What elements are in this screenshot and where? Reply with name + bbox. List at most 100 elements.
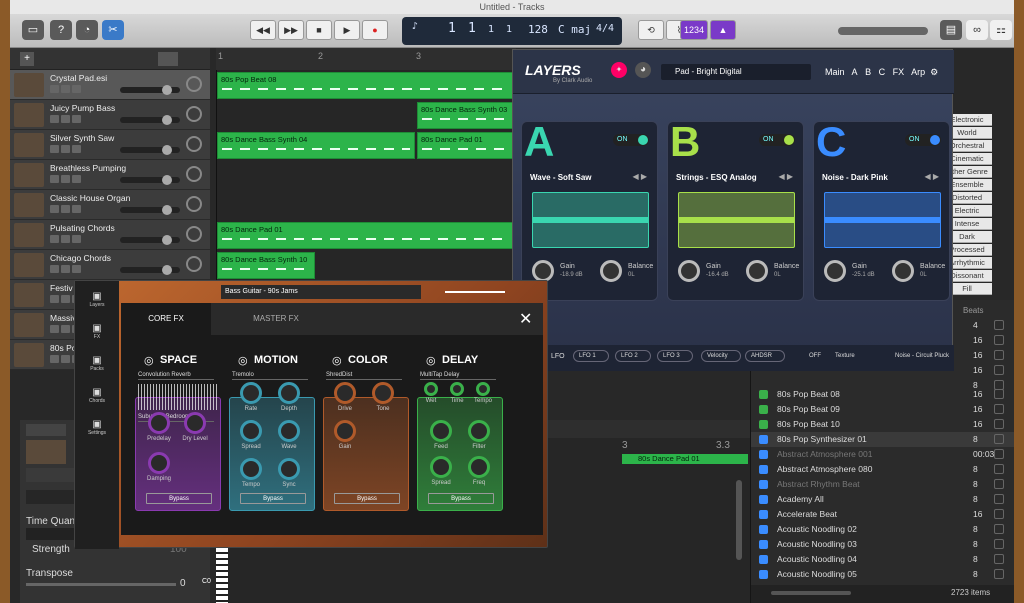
track-header-row[interactable]: Silver Synth Saw [10, 130, 210, 160]
editor-region[interactable]: 80s Dance Pad 01 [622, 454, 748, 464]
gain-knob[interactable] [678, 260, 700, 282]
fx-output-slider[interactable] [445, 291, 505, 293]
fx-knob[interactable] [334, 382, 356, 404]
transpose-slider[interactable] [26, 583, 176, 586]
region[interactable]: 80s Dance Bass Synth 04 [217, 132, 415, 159]
track-volume-slider[interactable] [120, 235, 180, 245]
palette-icon[interactable]: ◕ [635, 62, 651, 78]
texture-value[interactable]: Noise - Circuit Pluck [895, 353, 949, 359]
inspector-toggle[interactable] [26, 424, 66, 436]
piano-keys[interactable] [216, 548, 228, 603]
editor-scrollbar[interactable] [736, 480, 742, 560]
favorite-checkbox[interactable] [994, 449, 1004, 459]
fx-knob[interactable] [278, 458, 300, 480]
region[interactable]: 80s Dance Pad 01 [417, 132, 515, 159]
mute-solo-buttons[interactable] [50, 205, 88, 214]
fx-knob[interactable] [148, 452, 170, 474]
count-in-button[interactable]: 1234 [680, 20, 708, 40]
nav-a[interactable]: A [852, 67, 858, 77]
favorite-checkbox[interactable] [994, 479, 1004, 489]
velocity-button[interactable]: Velocity [701, 350, 741, 362]
fx-side-item[interactable]: ▣ Settings [75, 419, 119, 447]
list-item[interactable]: Abstract Atmosphere 080 8 [751, 462, 1014, 477]
track-header-row[interactable]: Chicago Chords [10, 250, 210, 280]
bypass-button[interactable]: Bypass [240, 493, 306, 504]
forward-button[interactable]: ▶▶ [278, 20, 304, 40]
list-item[interactable]: Acoustic Noodling 05 8 [751, 567, 1014, 582]
play-button[interactable]: ▶ [334, 20, 360, 40]
favorite-checkbox[interactable] [994, 350, 1004, 360]
track-volume-slider[interactable] [120, 115, 180, 125]
track-volume-slider[interactable] [120, 205, 180, 215]
layer-on-toggle[interactable]: ON [613, 134, 649, 146]
stop-button[interactable]: ■ [306, 20, 332, 40]
mute-solo-buttons[interactable] [50, 145, 88, 154]
list-item[interactable]: Acoustic Noodling 03 8 [751, 537, 1014, 552]
patch-arrows[interactable]: ◀ ▶ [632, 172, 647, 181]
region[interactable]: 80s Pop Beat 08 [217, 72, 515, 99]
fx-knob[interactable] [240, 458, 262, 480]
favorite-checkbox[interactable] [994, 419, 1004, 429]
fx-knob[interactable] [148, 412, 170, 434]
favorite-checkbox[interactable] [994, 569, 1004, 579]
effect-type-select[interactable]: ShredDist [326, 372, 402, 380]
list-item[interactable]: Abstract Rhythm Beat 8 [751, 477, 1014, 492]
favorite-checkbox[interactable] [994, 404, 1004, 414]
gain-knob[interactable] [824, 260, 846, 282]
layer-on-toggle[interactable]: ON [905, 134, 941, 146]
list-item[interactable]: Acoustic Noodling 04 8 [751, 552, 1014, 567]
fx-knob[interactable] [468, 420, 490, 442]
pan-knob[interactable] [186, 76, 202, 92]
fx-knob[interactable] [430, 456, 452, 478]
region[interactable]: 80s Dance Bass Synth 10 [217, 252, 315, 279]
fx-preset-selector[interactable]: Bass Guitar - 90s Jams [221, 285, 421, 299]
pan-knob[interactable] [186, 136, 202, 152]
add-track-button[interactable]: + [20, 52, 34, 66]
randomize-icon[interactable]: ✦ [611, 62, 627, 78]
favorite-checkbox[interactable] [994, 524, 1004, 534]
list-item[interactable]: Acoustic Noodling 02 8 [751, 522, 1014, 537]
fx-knob[interactable] [476, 382, 490, 396]
media-browser-button[interactable]: ⚏ [990, 20, 1012, 40]
ahdsr-button[interactable]: AHDSR [745, 350, 785, 362]
effect-type-select[interactable]: MultiTap Delay [420, 372, 496, 380]
list-item[interactable]: Academy All 8 [751, 492, 1014, 507]
patch-arrows[interactable]: ◀ ▶ [924, 172, 939, 181]
master-volume-slider[interactable] [838, 27, 928, 35]
patch-name[interactable]: Noise - Dark Pink [822, 173, 888, 182]
preview-volume-slider[interactable] [771, 591, 851, 595]
pan-knob[interactable] [186, 196, 202, 212]
track-header-row[interactable]: Pulsating Chords [10, 220, 210, 250]
gear-icon[interactable]: ⚙ [930, 67, 938, 77]
filter-button[interactable] [158, 52, 178, 66]
track-header-row[interactable]: Breathless Pumping [10, 160, 210, 190]
record-button[interactable]: ● [362, 20, 388, 40]
editors-button[interactable]: ✂ [102, 20, 124, 40]
metronome-button[interactable]: ▲ [710, 20, 736, 40]
list-item[interactable]: 80s Pop Beat 10 16 [751, 417, 1014, 432]
nav-c[interactable]: C [879, 67, 886, 77]
list-item[interactable]: 80s Pop Beat 08 16 [751, 387, 1014, 402]
list-item[interactable]: Accelerate Beat 16 [751, 507, 1014, 522]
rewind-button[interactable]: ◀◀ [250, 20, 276, 40]
balance-knob[interactable] [746, 260, 768, 282]
bypass-button[interactable]: Bypass [334, 493, 400, 504]
fx-knob[interactable] [468, 456, 490, 478]
track-header-row[interactable]: Crystal Pad.esi [10, 70, 210, 100]
fx-side-item[interactable]: ▣ Chords [75, 387, 119, 415]
balance-knob[interactable] [600, 260, 622, 282]
favorite-checkbox[interactable] [994, 434, 1004, 444]
library-button[interactable]: ▭ [22, 20, 44, 40]
fx-knob[interactable] [424, 382, 438, 396]
texture-toggle[interactable]: OFF [809, 353, 821, 359]
track-volume-slider[interactable] [120, 85, 180, 95]
fx-knob[interactable] [334, 420, 356, 442]
pan-knob[interactable] [186, 256, 202, 272]
patch-arrows[interactable]: ◀ ▶ [778, 172, 793, 181]
track-header-row[interactable]: Classic House Organ [10, 190, 210, 220]
fx-side-item[interactable]: ▣ Layers [75, 291, 119, 319]
loop-browser-button[interactable]: ∞ [966, 20, 988, 40]
effect-type-select[interactable]: Tremolo [232, 372, 308, 380]
mute-solo-buttons[interactable] [50, 235, 88, 244]
list-item[interactable]: 80s Pop Beat 09 16 [751, 402, 1014, 417]
